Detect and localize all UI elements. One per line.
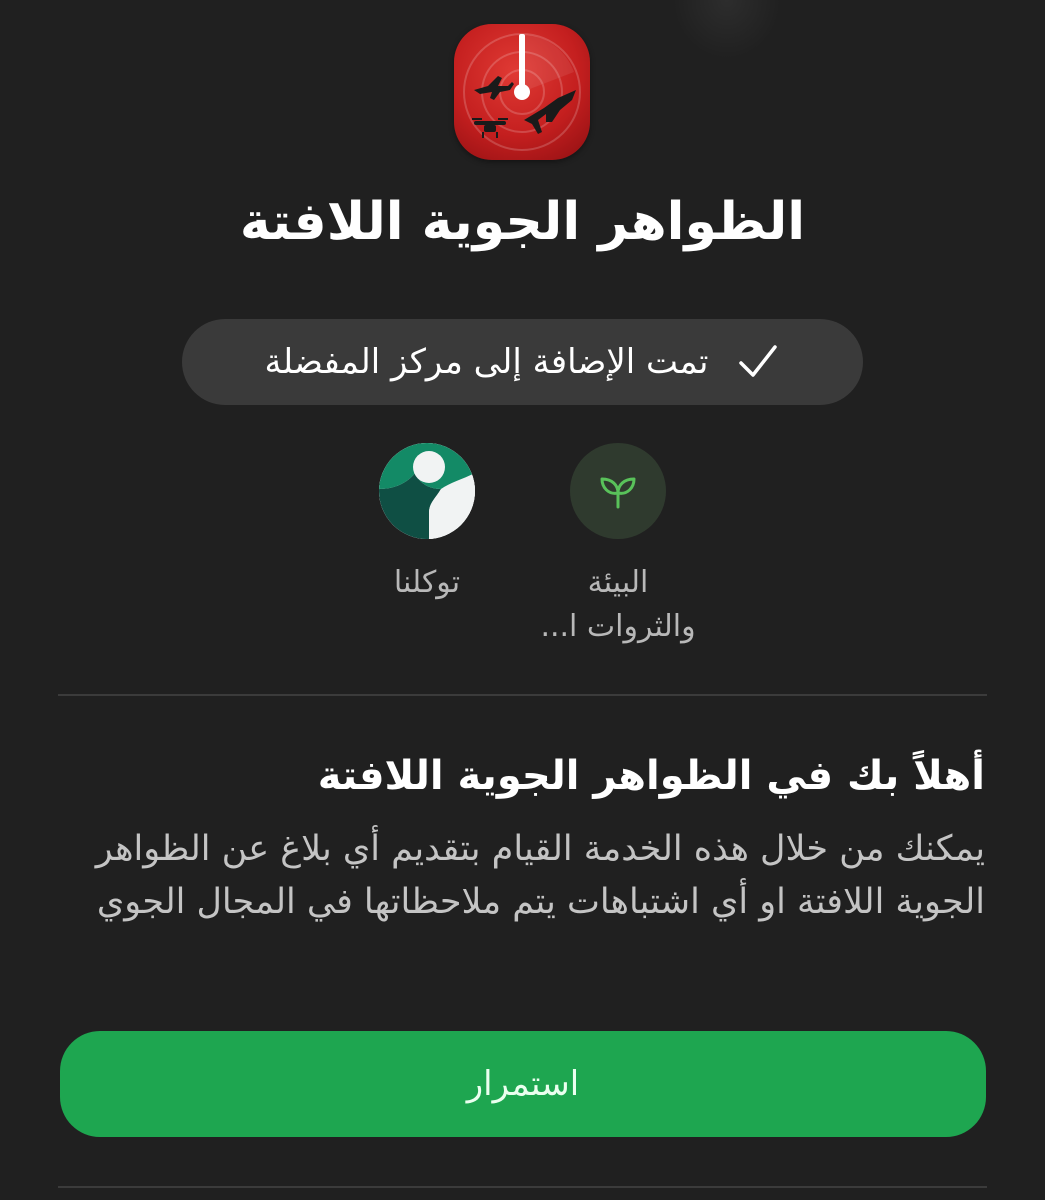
divider-bottom (58, 1186, 987, 1188)
shortcut-tawakkalna[interactable]: توكلنا (327, 443, 527, 605)
sprout-icon (570, 443, 666, 539)
app-intro-screen: الظواهر الجوية اللافتة تمت الإضافة إلى م… (0, 0, 1045, 1200)
divider-top (58, 694, 987, 696)
favorites-notice: تمت الإضافة إلى مركز المفضلة (182, 319, 863, 405)
radar-drone-app-icon (454, 24, 590, 160)
welcome-description: يمكنك من خلال هذه الخدمة القيام بتقديم أ… (95, 829, 985, 922)
favorites-notice-text: تمت الإضافة إلى مركز المفضلة (264, 342, 709, 382)
top-glow (672, 0, 782, 60)
shortcut-environment-label-1: البيئة (587, 565, 649, 600)
shortcut-environment[interactable]: البيئة والثروات ا... (518, 443, 718, 649)
welcome-title: أهلاً بك في الظواهر الجوية اللافتة (317, 753, 985, 799)
app-title: الظواهر الجوية اللافتة (239, 192, 806, 252)
checkmark-icon (738, 345, 777, 377)
tawakkalna-logo-icon (379, 443, 475, 539)
continue-button[interactable]: استمرار (60, 1031, 986, 1137)
shortcut-tawakkalna-label: توكلنا (393, 565, 461, 600)
shortcut-environment-label-2: والثروات ا... (540, 609, 696, 644)
